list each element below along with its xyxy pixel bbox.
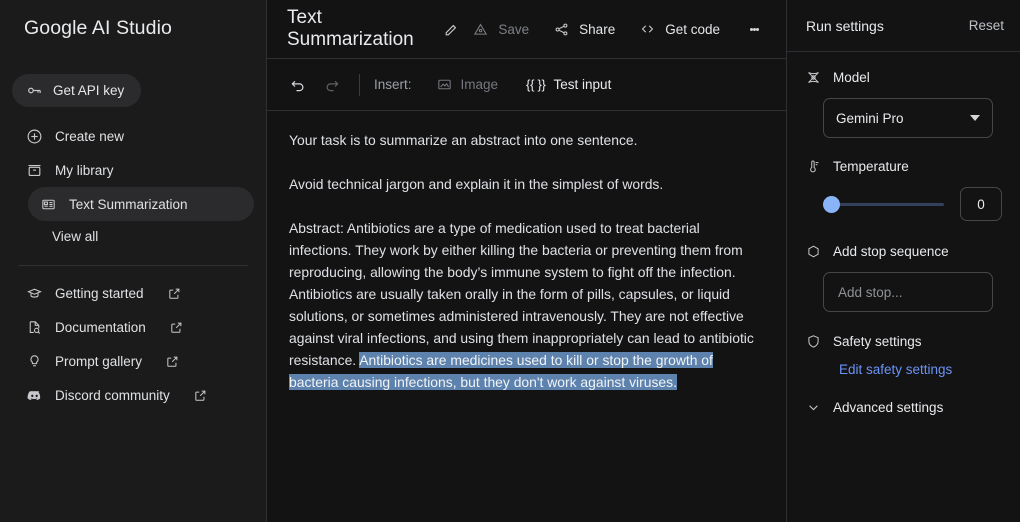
share-button[interactable]: Share — [541, 15, 627, 44]
thermometer-icon — [805, 158, 822, 175]
prompt-doc-icon — [40, 196, 57, 213]
insert-test-input-button[interactable]: {{ }} Test input — [516, 72, 621, 97]
document-search-icon — [26, 319, 43, 336]
header-actions: Save Share Get code — [460, 13, 770, 45]
plus-circle-icon — [26, 128, 43, 145]
code-brackets-icon — [639, 21, 656, 38]
advanced-settings-label: Advanced settings — [833, 400, 944, 415]
reset-button[interactable]: Reset — [969, 18, 1004, 33]
editor-toolbar: Insert: Image {{ }} Test input — [267, 59, 786, 111]
model-label: Model — [833, 70, 870, 85]
sidebar-item-text-summarization[interactable]: Text Summarization — [28, 187, 254, 221]
graduation-cap-icon — [26, 285, 43, 302]
temperature-label: Temperature — [833, 159, 909, 174]
edit-safety-settings-link[interactable]: Edit safety settings — [839, 362, 1004, 377]
prompt-abstract-text: Abstract: Antibiotics are a type of medi… — [289, 220, 754, 368]
prompt-line-3: Abstract: Antibiotics are a type of medi… — [289, 217, 764, 393]
key-icon — [26, 82, 43, 99]
sidebar-divider — [18, 265, 248, 266]
discord-icon — [26, 387, 43, 404]
temperature-control: 0 — [823, 187, 1004, 221]
sidebar-item-label: Discord community — [55, 387, 170, 403]
share-icon — [553, 21, 570, 38]
sidebar-item-documentation[interactable]: Documentation — [12, 310, 254, 344]
run-settings-header: Run settings Reset — [787, 0, 1020, 52]
get-api-key-button[interactable]: Get API key — [12, 74, 142, 107]
get-code-label: Get code — [665, 21, 720, 37]
temperature-row: Temperature — [805, 158, 1004, 175]
prompt-editor[interactable]: Your task is to summarize an abstract in… — [267, 111, 786, 522]
stop-sequence-row: Add stop sequence — [805, 243, 1004, 260]
external-link-icon — [168, 319, 185, 336]
save-cloud-icon — [472, 21, 489, 38]
save-label: Save — [498, 21, 530, 37]
run-settings-title: Run settings — [806, 17, 884, 34]
insert-test-input-label: Test input — [553, 77, 612, 92]
insert-image-button[interactable]: Image — [426, 71, 509, 98]
model-select[interactable]: Gemini Pro — [823, 98, 993, 138]
sidebar-item-create-new[interactable]: Create new — [12, 119, 254, 153]
prompt-line-2: Avoid technical jargon and explain it in… — [289, 176, 664, 192]
sidebar-links: Getting started Documentation Prompt gal… — [0, 276, 266, 412]
redo-icon[interactable] — [315, 68, 349, 102]
get-api-key-label: Get API key — [53, 83, 125, 98]
toolbar-divider — [359, 73, 360, 96]
main-content: Text Summarization Save Share Get code I… — [267, 0, 786, 522]
insert-image-label: Image — [460, 77, 499, 92]
shield-icon — [805, 333, 822, 350]
model-atom-icon — [805, 69, 822, 86]
pencil-icon[interactable] — [443, 21, 460, 38]
temperature-slider[interactable] — [823, 195, 944, 213]
sidebar-item-label: Text Summarization — [69, 196, 188, 212]
get-code-button[interactable]: Get code — [627, 15, 732, 44]
sidebar-item-getting-started[interactable]: Getting started — [12, 276, 254, 310]
image-icon — [436, 76, 453, 93]
share-label: Share — [579, 21, 616, 37]
sidebar-item-my-library[interactable]: My library — [12, 153, 254, 187]
sidebar-view-all[interactable]: View all — [0, 221, 266, 251]
stop-sequence-label: Add stop sequence — [833, 244, 949, 259]
safety-settings-label: Safety settings — [833, 334, 922, 349]
kebab-menu-icon[interactable] — [738, 13, 770, 45]
app-root: Google AI Studio Get API key Create new — [0, 0, 1020, 522]
braces-icon: {{ }} — [526, 77, 546, 92]
hexagon-icon — [805, 243, 822, 260]
sidebar-item-label: Documentation — [55, 319, 146, 335]
run-settings-panel: Run settings Reset Model Gemini Pro Temp… — [786, 0, 1020, 522]
sidebar-item-prompt-gallery[interactable]: Prompt gallery — [12, 344, 254, 378]
external-link-icon — [164, 353, 181, 370]
advanced-settings-toggle[interactable]: Advanced settings — [805, 399, 1004, 416]
external-link-icon — [192, 387, 209, 404]
sidebar-item-label: Create new — [55, 128, 125, 144]
insert-label: Insert: — [374, 77, 412, 92]
lightbulb-icon — [26, 353, 43, 370]
save-button[interactable]: Save — [460, 15, 541, 44]
sidebar-item-label: My library — [55, 162, 114, 178]
slider-track — [823, 202, 944, 206]
stop-sequence-input[interactable]: Add stop... — [823, 272, 993, 312]
slider-thumb[interactable] — [823, 195, 840, 213]
temperature-value-input[interactable]: 0 — [960, 187, 1002, 221]
chevron-down-icon — [805, 399, 822, 416]
sidebar-item-label: Getting started — [55, 285, 144, 301]
undo-icon[interactable] — [281, 68, 315, 102]
chevron-down-icon — [970, 115, 980, 121]
safety-settings-row: Safety settings — [805, 333, 1004, 350]
model-row: Model — [805, 69, 1004, 86]
sidebar-item-discord-community[interactable]: Discord community — [12, 378, 254, 412]
library-icon — [26, 162, 43, 179]
top-header-bar: Text Summarization Save Share Get code — [267, 0, 786, 59]
app-brand: Google AI Studio — [24, 17, 172, 39]
prompt-line-1: Your task is to summarize an abstract in… — [289, 132, 638, 148]
sidebar-item-label: Prompt gallery — [55, 353, 143, 369]
sidebar: Google AI Studio Get API key Create new — [0, 0, 267, 522]
model-select-value: Gemini Pro — [836, 110, 904, 126]
page-title: Text Summarization — [287, 7, 414, 50]
run-settings-body: Model Gemini Pro Temperature 0 Add stop … — [787, 52, 1020, 416]
external-link-icon — [166, 285, 183, 302]
